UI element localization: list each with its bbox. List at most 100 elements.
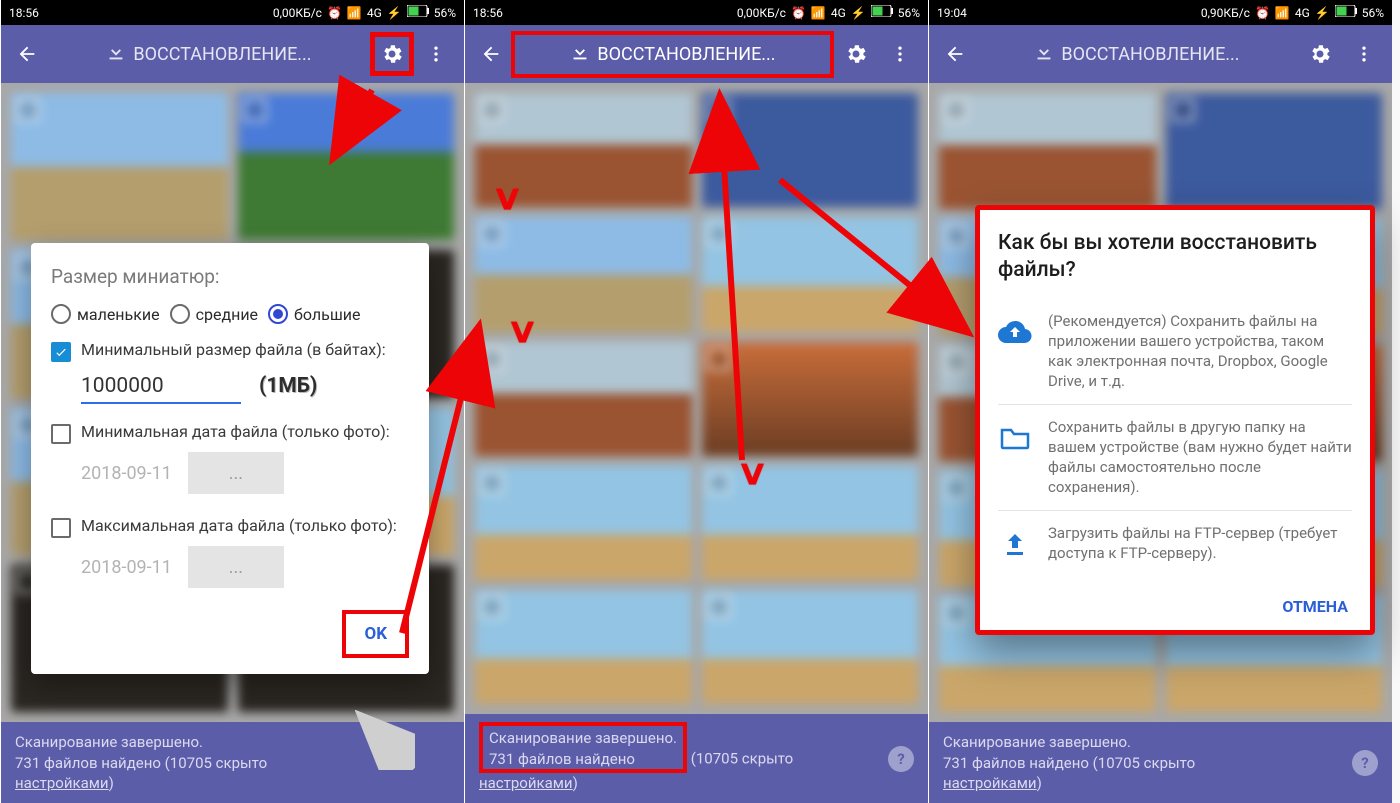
status-time: 18:56 [9,6,39,20]
back-button[interactable] [7,34,47,74]
wifi-icon: 📶 [347,6,362,20]
thumbnail[interactable] [1166,93,1383,209]
overflow-menu-button[interactable] [1342,32,1386,76]
download-icon [569,41,591,68]
status-bar: 18:56 0,00КБ/с ⏰ 📶 4G ⚡ 56% [465,0,928,25]
back-button[interactable] [471,34,511,74]
app-bar: ВОССТАНОВЛЕНИЕ... [929,25,1392,83]
battery-icon [871,5,893,20]
thumbnail[interactable] [939,93,1156,209]
thumbnail[interactable] [475,466,692,580]
restore-option-ftp[interactable]: Загрузить файлы на FTP-сервер (требует д… [998,511,1352,576]
check-mark-icon: ∨ [491,178,523,218]
overflow-menu-button[interactable] [878,32,922,76]
dialog-heading: Размер миниатюр: [51,265,409,288]
thumbnail[interactable] [475,342,692,456]
radio-small[interactable]: маленькие [51,304,160,324]
battery-pct: 56% [1362,6,1384,20]
status-speed: 0,00КБ/с [273,6,322,20]
battery-pct: 56% [898,6,920,20]
restore-option-cloud[interactable]: (Рекомендуется) Сохранить файлы на прило… [998,299,1352,405]
status-time: 18:56 [473,6,503,20]
app-bar: ВОССТАНОВЛЕНИЕ... [465,25,928,83]
network-label: 4G [1295,6,1310,20]
battery-icon [1335,5,1357,20]
max-date-picker-button[interactable]: ... [188,546,284,588]
appbar-title[interactable]: ВОССТАНОВЛЕНИЕ... [47,41,370,68]
charging-icon: ⚡ [1315,6,1330,20]
back-button[interactable] [935,34,975,74]
help-button[interactable]: ? [1352,750,1378,776]
charging-icon: ⚡ [387,6,402,20]
thumbnail-size-dialog: Размер миниатюр: маленькие средние больш… [31,243,429,674]
app-bar: ВОССТАНОВЛЕНИЕ... [1,25,464,83]
footer-settings-link[interactable]: настройками [479,774,573,792]
settings-button[interactable] [1298,32,1342,76]
min-date-value: 2018-09-11 [81,463,172,484]
help-button[interactable]: ? [888,746,914,772]
dialog-heading: Как бы вы хотели восстановить файлы? [998,230,1352,285]
battery-pct: 56% [434,6,456,20]
min-date-picker-button[interactable]: ... [188,452,284,494]
radio-medium[interactable]: средние [170,304,258,324]
wifi-icon: 📶 [811,6,826,20]
min-date-label: Минимальная дата файла (только фото): [81,422,390,442]
thumbnail[interactable] [702,217,919,331]
download-icon [1033,41,1055,68]
restore-option-folder[interactable]: Сохранить файлы в другую папку на вашем … [998,405,1352,511]
checkbox-max-date[interactable] [51,518,71,538]
download-icon [105,41,127,68]
max-date-value: 2018-09-11 [81,557,172,578]
battery-icon [407,5,429,20]
status-time: 19:04 [937,6,967,20]
appbar-title[interactable]: ВОССТАНОВЛЕНИЕ... [511,31,834,78]
footer-settings-link[interactable]: настройками [15,774,109,792]
min-size-label: Минимальный размер файла (в байтах): [81,340,386,360]
max-date-label: Максимальная дата файла (только фото): [81,516,397,536]
radio-large[interactable]: большие [268,304,360,324]
footer-settings-link[interactable]: настройками [943,774,1037,792]
status-bar: 19:04 0,90КБ/с ⏰ 📶 4G ⚡ 56% [929,0,1392,25]
thumbnail[interactable] [475,590,692,704]
thumbnail[interactable] [702,342,919,456]
settings-button[interactable] [834,32,878,76]
thumbnail[interactable] [702,93,919,207]
status-bar: 18:56 0,00КБ/с ⏰ 📶 4G ⚡ 56% [1,0,464,25]
footer-found: 731 файлов найдено [15,754,161,772]
checkbox-min-date[interactable] [51,424,71,444]
check-mark-icon: ∨ [736,453,768,493]
appbar-title[interactable]: ВОССТАНОВЛЕНИЕ... [975,41,1298,68]
overflow-menu-button[interactable] [414,32,458,76]
thumbnail[interactable] [11,93,228,240]
checkbox-min-size[interactable] [51,342,71,362]
gallery-content: ∨ ∨ ∨ [465,83,928,714]
min-size-hint: (1МБ) [259,374,317,398]
thumbnail[interactable] [702,466,919,580]
settings-button[interactable] [370,32,414,76]
alarm-icon: ⏰ [791,6,806,20]
restore-method-dialog: Как бы вы хотели восстановить файлы? (Ре… [975,205,1375,635]
thumbnail[interactable] [238,93,455,240]
gallery-content: Размер миниатюр: маленькие средние больш… [1,83,464,722]
thumbnail[interactable] [702,590,919,704]
network-label: 4G [367,6,382,20]
footer-found: 731 файлов найдено [943,754,1089,772]
wifi-icon: 📶 [1275,6,1290,20]
check-mark-icon: ∨ [506,311,538,351]
ok-button[interactable]: OK [346,614,405,654]
status-footer: Сканирование завершено. 731 файлов найде… [465,714,928,803]
upload-icon [998,527,1032,561]
network-label: 4G [831,6,846,20]
footer-line1: Сканирование завершено. [489,728,677,748]
status-footer: Сканирование завершено. 731 файлов найде… [929,722,1392,803]
charging-icon: ⚡ [851,6,866,20]
phone-screenshot-1: 18:56 0,00КБ/с ⏰ 📶 4G ⚡ 56% ВОССТАНОВЛЕН… [0,0,464,803]
cancel-button[interactable]: ОТМЕНА [1264,585,1366,628]
cloud-upload-icon [998,315,1032,349]
footer-line1: Сканирование завершено. [943,732,1378,752]
phone-screenshot-2: 18:56 0,00КБ/с ⏰ 📶 4G ⚡ 56% ВОССТАНОВЛЕН… [464,0,928,803]
alarm-icon: ⏰ [1255,6,1270,20]
min-size-input[interactable] [81,370,241,404]
folder-icon [998,421,1032,455]
status-speed: 0,00КБ/с [737,6,786,20]
